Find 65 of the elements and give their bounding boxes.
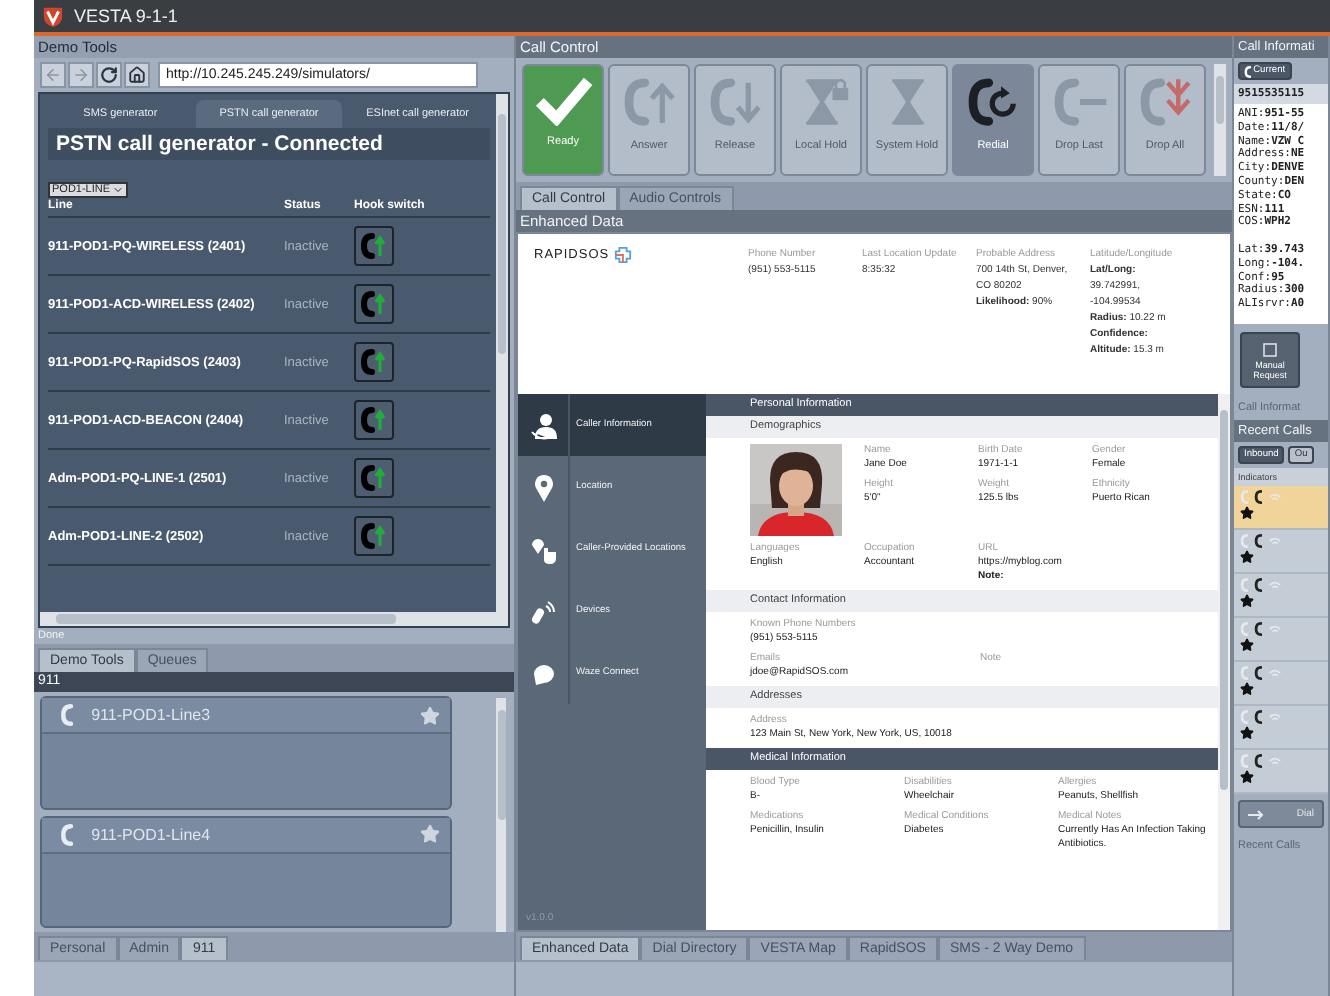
recent-call-row[interactable] xyxy=(1234,706,1328,750)
pin-pointer-icon xyxy=(529,535,557,563)
remote-signal-icon xyxy=(530,598,556,624)
handset-icon xyxy=(1244,65,1252,77)
star-icon xyxy=(1240,638,1254,652)
arrow-right-icon xyxy=(1248,809,1264,819)
refresh-button[interactable] xyxy=(96,62,122,88)
hook-switch-button[interactable] xyxy=(354,516,394,556)
refresh-icon xyxy=(100,66,118,84)
recent-call-row[interactable] xyxy=(1234,574,1328,618)
cross-logo-icon xyxy=(613,246,632,264)
star-icon xyxy=(1240,550,1254,564)
check-icon xyxy=(533,74,593,126)
star-icon xyxy=(1240,682,1254,696)
hook-switch-button[interactable] xyxy=(354,400,394,440)
wifi-icon xyxy=(1268,623,1283,635)
recent-call-row[interactable] xyxy=(1234,486,1328,530)
star-icon xyxy=(1240,594,1254,608)
queue-card[interactable]: 911-POD1-Line3 xyxy=(40,696,452,809)
home-button[interactable] xyxy=(124,62,150,88)
hook-switch-button[interactable] xyxy=(354,342,394,382)
wifi-icon xyxy=(1268,755,1283,767)
recent-call-row[interactable] xyxy=(1234,662,1328,706)
recent-call-row[interactable] xyxy=(1234,750,1328,794)
hook-switch-button[interactable] xyxy=(354,226,394,266)
handset-icon xyxy=(60,823,74,845)
hook-switch-button[interactable] xyxy=(354,284,394,324)
scrollbar[interactable] xyxy=(496,94,508,612)
scrollbar[interactable] xyxy=(1214,64,1226,176)
handset-redial-icon xyxy=(965,74,1021,130)
chat-bubble-icon xyxy=(529,661,557,685)
wifi-icon xyxy=(1268,711,1283,723)
scrollbar[interactable] xyxy=(1218,394,1230,930)
star-icon[interactable] xyxy=(420,824,440,844)
map-pin-icon xyxy=(533,473,553,501)
star-icon xyxy=(1240,770,1254,784)
queue-card[interactable]: 911-POD1-Line4 xyxy=(40,815,452,928)
recent-call-row[interactable] xyxy=(1234,618,1328,662)
wifi-icon xyxy=(1268,535,1283,547)
person-icon xyxy=(529,411,557,439)
hook-switch-button[interactable] xyxy=(354,458,394,498)
star-icon[interactable] xyxy=(420,705,440,725)
wifi-icon xyxy=(1268,491,1283,503)
back-arrow-icon xyxy=(44,66,62,84)
document-icon xyxy=(1262,341,1278,357)
window-title: VESTA 9-1-1 xyxy=(74,6,178,26)
handset-up-arrow-icon xyxy=(621,74,677,130)
wifi-icon xyxy=(1268,579,1283,591)
handset-minus-icon xyxy=(1051,74,1107,130)
recent-call-row[interactable] xyxy=(1234,530,1328,574)
shield-logo-icon xyxy=(42,5,64,27)
queue-line-name: 911-POD1-Line4 xyxy=(91,825,213,843)
forward-arrow-icon xyxy=(72,66,90,84)
wifi-icon xyxy=(1268,667,1283,679)
scrollbar[interactable] xyxy=(496,698,506,932)
handset-icon xyxy=(60,704,74,726)
star-icon xyxy=(1240,726,1254,740)
handset-down-arrow-icon xyxy=(707,74,763,130)
star-icon xyxy=(1240,506,1254,520)
handset-down-arrows-icon xyxy=(1137,74,1193,130)
queue-line-name: 911-POD1-Line3 xyxy=(91,706,213,724)
chevron-down-icon xyxy=(112,184,125,196)
scrollbar[interactable] xyxy=(40,612,508,626)
page-heading: PSTN call generator - Connected xyxy=(48,128,490,160)
home-icon xyxy=(128,66,146,84)
